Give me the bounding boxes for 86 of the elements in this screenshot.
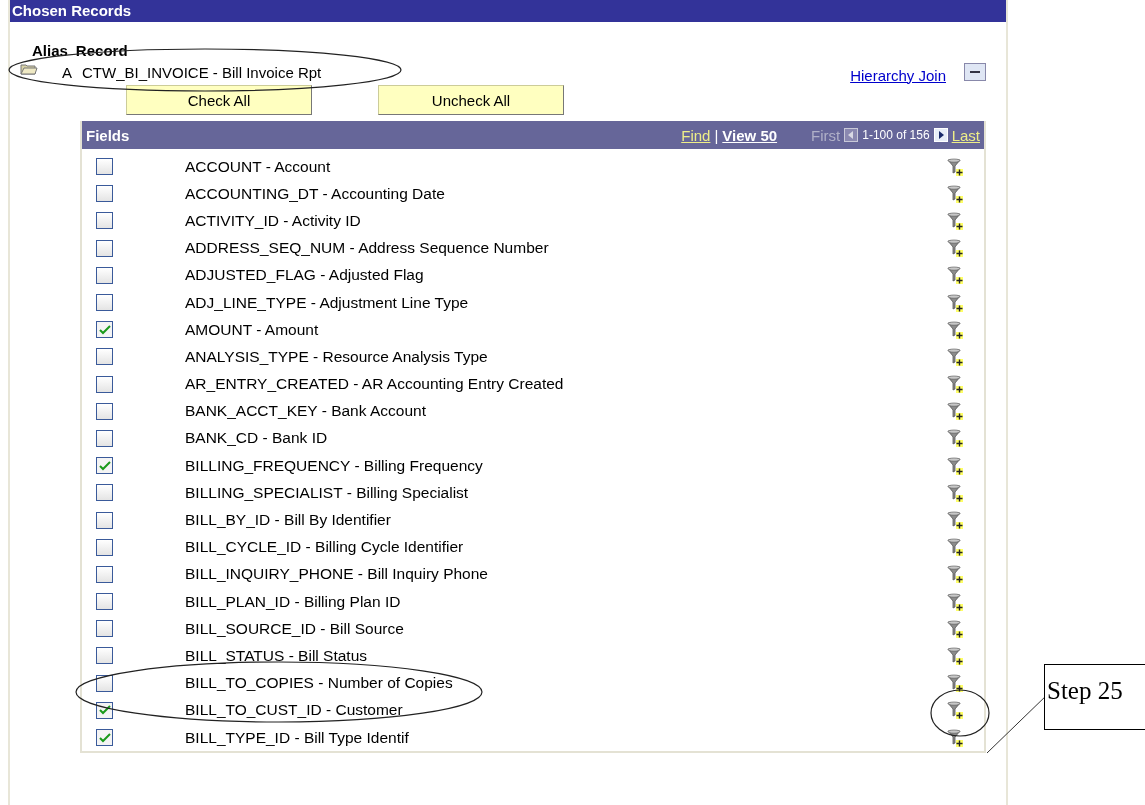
find-link[interactable]: Find: [681, 126, 711, 144]
field-name: BILL_INQUIRY_PHONE - Bill Inquiry Phone: [185, 565, 488, 584]
collapse-button[interactable]: [964, 63, 986, 81]
field-name: BANK_ACCT_KEY - Bank Account: [185, 402, 426, 421]
checkbox[interactable]: [96, 429, 113, 447]
field-name: BILL_SOURCE_ID - Bill Source: [185, 619, 404, 638]
filter-icon[interactable]: [946, 211, 964, 230]
grid-title: Fields: [86, 126, 130, 144]
column-header: Alias: [32, 42, 68, 59]
checkbox[interactable]: [96, 457, 113, 475]
checkbox[interactable]: [96, 538, 113, 556]
range-text: 1-100 of 156: [862, 128, 930, 142]
view-50-link[interactable]: View 50: [722, 126, 778, 144]
checkbox[interactable]: [96, 647, 113, 665]
filter-icon[interactable]: [946, 239, 964, 258]
field-name: ADJ_LINE_TYPE - Adjustment Line Type: [185, 293, 469, 312]
uncheck-all-button[interactable]: Uncheck All: [378, 85, 564, 115]
filter-icon[interactable]: [946, 402, 964, 421]
alias-text: A: [62, 63, 72, 81]
filter-icon[interactable]: [946, 157, 964, 176]
filter-icon[interactable]: [946, 728, 964, 747]
filter-icon[interactable]: [946, 347, 964, 366]
filter-icon[interactable]: [946, 320, 964, 339]
next-button[interactable]: [933, 128, 948, 142]
filter-icon[interactable]: [946, 565, 964, 584]
checkbox[interactable]: [96, 266, 113, 284]
field-name: BILL_TO_COPIES - Number of Copies: [185, 674, 453, 693]
filter-icon[interactable]: [946, 619, 964, 638]
check-all-button[interactable]: Check All: [126, 85, 312, 115]
highlight-circle: [929, 688, 991, 738]
checkbox[interactable]: [96, 511, 113, 529]
field-name: ACCOUNT - Account: [185, 157, 331, 176]
field-name: BILL_BY_ID - Bill By Identifier: [185, 511, 391, 530]
filter-icon[interactable]: [946, 375, 964, 394]
field-name: BILLING_FREQUENCY - Billing Frequency: [185, 456, 483, 475]
folder-icon: [20, 63, 38, 75]
filter-icon[interactable]: [946, 674, 964, 693]
filter-icon[interactable]: [946, 483, 964, 502]
field-name: ACTIVITY_ID - Activity ID: [185, 211, 361, 230]
field-name: BILL_TYPE_ID - Bill Type Identif: [185, 728, 409, 747]
filter-icon[interactable]: [946, 293, 964, 312]
checkbox[interactable]: [96, 212, 113, 230]
field-name: BANK_CD - Bank ID: [185, 429, 328, 448]
field-name: BILL_CYCLE_ID - Billing Cycle Identifier: [185, 538, 464, 557]
checkbox[interactable]: [96, 593, 113, 611]
filter-icon[interactable]: [946, 538, 964, 557]
hierarchy-join-link[interactable]: Hierarchy Join: [850, 66, 946, 84]
field-name: AMOUNT - Amount: [185, 320, 319, 339]
filter-icon[interactable]: [946, 184, 964, 203]
checkbox[interactable]: [96, 701, 113, 719]
checkbox[interactable]: [96, 158, 113, 176]
field-name: ADDRESS_SEQ_NUM - Address Sequence Number: [185, 239, 549, 258]
field-name: BILL_TO_CUST_ID - Customer: [185, 701, 403, 720]
checkbox[interactable]: [96, 239, 113, 257]
field-name: ACCOUNTING_DT - Accounting Date: [185, 184, 445, 203]
checkbox[interactable]: [96, 375, 113, 393]
filter-icon[interactable]: [946, 511, 964, 530]
field-name: BILL_STATUS - Bill Status: [185, 646, 368, 665]
checkbox[interactable]: [96, 348, 113, 366]
filter-icon[interactable]: [946, 592, 964, 611]
previous-icon: [844, 128, 859, 142]
filter-icon[interactable]: [946, 429, 964, 448]
field-name: ANALYSIS_TYPE - Resource Analysis Type: [185, 347, 488, 366]
callout-label: Step 25: [1044, 664, 1145, 730]
first-text: First: [811, 126, 841, 144]
checkbox[interactable]: [96, 185, 113, 203]
checkbox[interactable]: [96, 620, 113, 638]
section-title: Chosen Records: [10, 0, 1006, 22]
checkbox[interactable]: [96, 674, 113, 692]
checkbox[interactable]: [96, 484, 113, 502]
field-name: ADJUSTED_FLAG - Adjusted Flag: [185, 266, 424, 285]
checkbox[interactable]: [96, 321, 113, 339]
field-name: AR_ENTRY_CREATED - AR Accounting Entry Created: [185, 375, 564, 394]
checkbox[interactable]: [96, 294, 113, 312]
checkbox[interactable]: [96, 565, 113, 583]
filter-icon[interactable]: [946, 646, 964, 665]
field-name: BILLING_SPECIALIST - Billing Specialist: [185, 483, 469, 502]
checkbox[interactable]: [96, 402, 113, 420]
separator-text: |: [714, 126, 719, 144]
filter-icon[interactable]: [946, 456, 964, 475]
filter-icon[interactable]: [946, 701, 964, 720]
record-name: CTW_BI_INVOICE - Bill Invoice Rpt: [82, 63, 322, 81]
checkbox[interactable]: [96, 729, 113, 747]
filter-icon[interactable]: [946, 266, 964, 285]
field-name: BILL_PLAN_ID - Billing Plan ID: [185, 592, 401, 611]
last-link[interactable]: Last: [951, 126, 980, 144]
